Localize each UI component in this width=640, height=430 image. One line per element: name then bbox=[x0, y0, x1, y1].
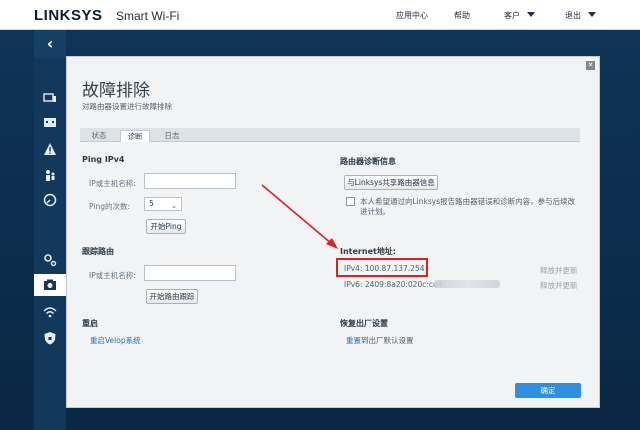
consent-text-line1: 本人希望通过向Linksys报告路由器错误和诊断内容，参与后续改 bbox=[360, 197, 576, 206]
page-title: 故障排除 bbox=[82, 81, 150, 101]
ping-section-title: Ping IPv4 bbox=[82, 155, 125, 164]
reboot-velop-link[interactable]: 重启Velop系统 bbox=[90, 335, 141, 346]
product-name: Smart Wi-Fi bbox=[116, 9, 180, 23]
ping-host-label: IP或主机名称: bbox=[89, 179, 136, 188]
factory-reset-link[interactable]: 重置 bbox=[346, 336, 361, 345]
close-icon[interactable]: ✕ bbox=[586, 61, 595, 70]
top-bar: LINKSYS Smart Wi-Fi 应用中心 帮助 客户 退出 bbox=[0, 0, 640, 30]
troubleshoot-icon[interactable] bbox=[42, 277, 58, 293]
tab-logs[interactable]: 日志 bbox=[158, 130, 186, 142]
internet-address-title: Internet地址: bbox=[340, 247, 397, 256]
devices-icon[interactable] bbox=[42, 90, 58, 106]
ping-count-value: 5 bbox=[149, 199, 154, 208]
warning-icon[interactable] bbox=[42, 141, 58, 157]
nav-account[interactable]: 客户 bbox=[504, 10, 520, 21]
nav-help[interactable]: 帮助 bbox=[454, 10, 470, 21]
speed-icon[interactable] bbox=[42, 192, 58, 208]
tab-status[interactable]: 状态 bbox=[86, 130, 112, 142]
back-arrow-icon[interactable]: ‹ bbox=[34, 30, 66, 58]
logout-chevron-down-icon[interactable] bbox=[588, 12, 596, 17]
diagnostics-section-title: 路由器诊断信息 bbox=[340, 157, 396, 166]
factory-reset-rest: 到出厂默认设置 bbox=[361, 336, 414, 345]
blurred-ipv6-suffix bbox=[434, 280, 500, 288]
share-router-info-button[interactable]: 与Linksys共享路由器信息 bbox=[344, 175, 438, 190]
factory-reset-title: 恢复出厂设置 bbox=[340, 319, 388, 328]
consent-checkbox[interactable] bbox=[346, 197, 355, 206]
wifi-icon[interactable] bbox=[42, 304, 58, 320]
factory-reset-text: 重置到出厂默认设置 bbox=[346, 335, 414, 346]
release-renew-ipv6-link[interactable]: 释放并更新 bbox=[540, 280, 578, 291]
trace-host-label: IP或主机名称: bbox=[89, 271, 136, 280]
tab-diagnostics[interactable]: 诊断 bbox=[120, 130, 150, 142]
chevron-down-icon: ⌄ bbox=[171, 202, 177, 210]
account-chevron-down-icon[interactable] bbox=[527, 12, 535, 17]
trace-host-input[interactable] bbox=[144, 265, 236, 281]
ping-host-input[interactable] bbox=[144, 173, 236, 189]
release-renew-ipv4-link[interactable]: 释放并更新 bbox=[540, 265, 578, 276]
toolbox-icon[interactable] bbox=[42, 114, 58, 130]
start-ping-button[interactable]: 开始Ping bbox=[146, 219, 186, 234]
start-traceroute-button[interactable]: 开始路由跟踪 bbox=[146, 289, 198, 304]
settings-icon[interactable] bbox=[42, 252, 58, 268]
ping-count-select[interactable]: 5 ⌄ bbox=[144, 197, 182, 211]
page-subtitle: 对路由器设置进行故障排除 bbox=[82, 102, 172, 111]
annotation-highlight-box bbox=[336, 258, 428, 277]
traceroute-section-title: 跟踪路由 bbox=[82, 247, 114, 256]
consent-text-line2: 进计划。 bbox=[360, 207, 390, 216]
security-icon[interactable] bbox=[42, 330, 58, 346]
nav-logout[interactable]: 退出 bbox=[565, 10, 581, 21]
ipv6-address: IPv6: 2409:8a20:020c:ce4 bbox=[344, 280, 443, 289]
ok-button[interactable]: 确定 bbox=[515, 383, 581, 398]
ping-count-label: Ping的次数: bbox=[89, 202, 130, 211]
nav-app-center[interactable]: 应用中心 bbox=[396, 10, 428, 21]
reboot-section-title: 重启 bbox=[82, 319, 98, 328]
parental-icon[interactable] bbox=[42, 167, 58, 183]
brand-logo: LINKSYS bbox=[34, 7, 103, 24]
tab-bar bbox=[80, 128, 580, 142]
